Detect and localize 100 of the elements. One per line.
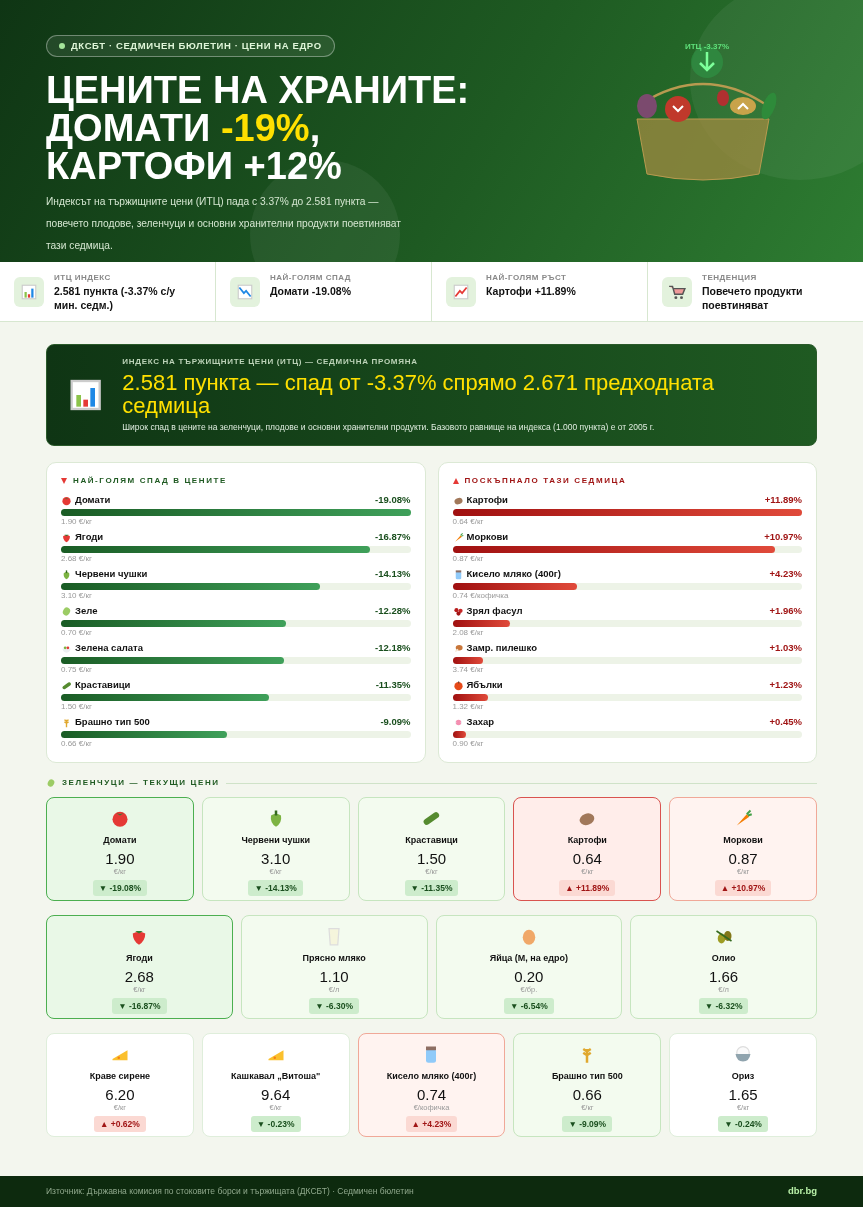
item-price: 0.66 €/кг — [61, 738, 93, 750]
banner-kicker: ИНДЕКС НА ТЪРЖИЩНИТЕ ЦЕНИ (ИТЦ) — СЕДМИЧНА ПРОМЯНА — [122, 356, 419, 369]
change-tag: ▲ +4.23% — [405, 1115, 458, 1133]
stat-value: 2.581 пункта (-3.37% с/у мин. седм.) — [54, 284, 177, 312]
panel-title: ПОСКЪПНАЛО ТАЗИ СЕДМИЦА — [464, 475, 627, 487]
product-name: Картофи — [567, 834, 607, 847]
product-name: Кашкавал „Витоша" — [231, 1070, 321, 1083]
change-value: +4.23% — [769, 566, 802, 581]
product-name: Ягоди — [126, 952, 153, 965]
item-name: Брашно тип 500 — [75, 714, 150, 729]
item-price: 3.10 €/кг — [61, 590, 93, 602]
pepper-icon — [61, 568, 72, 580]
change-value: -16.87% — [375, 529, 411, 544]
item-price: 0.90 €/кг — [452, 738, 485, 750]
product-name: Краве сирене — [89, 1070, 151, 1083]
bar-chart-icon — [20, 283, 38, 301]
change-tag: ▼ -0.24% — [718, 1115, 768, 1133]
stat-label: НАЙ-ГОЛЯМ СПАД — [270, 272, 351, 284]
banner-note: Широк спад в цените на зеленчуци, плодове и основни хранителни продукти. Базовото равнище на индекса (1.000 пункта) е от 2005 г. — [122, 421, 656, 434]
change-value: +1.23% — [769, 677, 802, 692]
product-price: 9.64 — [261, 1086, 291, 1103]
change-value: -12.18% — [375, 640, 411, 655]
change-tag: ▲ +11.89% — [559, 879, 616, 897]
section-title: ЗЕЛЕНЧУЦИ — ТЕКУЩИ ЦЕНИ — [62, 777, 220, 789]
change-value: -9.09% — [380, 714, 411, 729]
product-name: Моркови — [723, 834, 763, 847]
item-name: Кисело мляко (400г) — [466, 566, 561, 581]
change-value: -19.08% — [375, 492, 411, 507]
change-value: +11.89% — [764, 492, 802, 507]
change-tag: ▼ -0.23% — [250, 1115, 301, 1133]
product-price: 1.66 — [709, 968, 739, 985]
change-tag: ▼ -6.54% — [504, 997, 554, 1015]
product-name: Прясно мляко — [302, 952, 366, 965]
product-price: 2.68 — [124, 968, 154, 985]
change-value: +10.97% — [764, 529, 802, 544]
change-tag: ▼ -16.87% — [112, 997, 167, 1015]
change-value: +0.45% — [769, 714, 802, 729]
cart-icon — [668, 283, 686, 301]
trend-down-icon — [236, 283, 254, 301]
item-name: Зрял фасул — [466, 603, 523, 618]
item-price: 1.90 €/кг — [61, 516, 93, 528]
change-value: -11.35% — [375, 677, 411, 692]
cabbage-icon — [46, 778, 56, 788]
product-price: 0.87 — [728, 850, 758, 867]
change-tag: ▲ +10.97% — [714, 879, 772, 897]
stat-label: НАЙ-ГОЛЯМ РЪСТ — [486, 272, 568, 284]
item-price: 1.32 €/кг — [452, 701, 485, 713]
tag-pill: ДКСБТ · СЕДМИЧЕН БЮЛЕТИН · ЦЕНИ НА ЕДРО — [46, 34, 335, 58]
panel-title: НАЙ-ГОЛЯМ СПАД В ЦЕНИТЕ — [73, 475, 227, 487]
item-price: 0.70 €/кг — [61, 627, 93, 639]
product-name: Брашно тип 500 — [551, 1070, 623, 1083]
drumstick-icon — [452, 642, 464, 654]
stat-value: Домати -19.08% — [270, 284, 351, 298]
item-name: Зеле — [75, 603, 98, 618]
item-name: Домати — [75, 492, 111, 507]
item-name: Краставици — [75, 677, 131, 692]
item-name: Ябълки — [466, 677, 503, 692]
change-value: -12.28% — [375, 603, 411, 618]
change-value: +1.96% — [769, 603, 802, 618]
product-price: 1.50 — [416, 850, 447, 867]
item-price: 2.08 €/кг — [452, 627, 485, 639]
item-name: Захар — [466, 714, 495, 729]
tomato-icon — [61, 494, 72, 506]
page-title: ЦЕНИТЕ НА ХРАНИТЕ: ДОМАТИ -19%, КАРТОФИ +12% — [46, 71, 470, 186]
change-tag: ▼ -14.13% — [248, 879, 303, 897]
stat-label: ТЕНДЕНЦИЯ — [702, 272, 758, 284]
stat-value: Картофи +11.89% — [486, 284, 576, 298]
stat-label: ИТЦ ИНДЕКС — [54, 272, 112, 284]
trend-up-icon — [452, 283, 470, 301]
apple-icon — [452, 679, 464, 691]
item-name: Моркови — [466, 529, 509, 544]
product-name: Кисело мляко (400г) — [386, 1070, 477, 1083]
site-link[interactable]: dbr.bg — [787, 1184, 817, 1199]
product-name: Яйца (М, на едро) — [489, 952, 569, 965]
stat-value: Повечето продукти поевтиняват — [702, 284, 804, 312]
product-price: 3.10 — [261, 850, 291, 867]
item-name: Зелена салата — [75, 640, 144, 655]
product-price: 6.20 — [105, 1086, 135, 1103]
change-tag: ▼ -9.09% — [562, 1115, 613, 1133]
product-name: Ориз — [731, 1070, 755, 1083]
item-price: 0.87 €/кг — [452, 553, 485, 565]
source-note: Източник: Държавна комисия по стоковите борси и тържищата (ДКСБТ) · Седмичен бюлетин — [46, 1185, 414, 1198]
item-name: Картофи — [466, 492, 508, 507]
product-price: 1.65 — [728, 1086, 758, 1103]
product-name: Краставици — [405, 834, 458, 847]
index-badge-label: ИТЦ -3.37% — [684, 42, 730, 51]
product-price: 0.66 — [572, 1086, 602, 1103]
product-price: 0.64 — [572, 850, 602, 867]
item-price: 0.75 €/кг — [61, 664, 93, 676]
product-name: Олио — [711, 952, 736, 965]
product-name: Червени чушки — [241, 834, 310, 847]
product-price: 0.20 — [514, 968, 544, 985]
item-name: Замр. пилешко — [466, 640, 537, 655]
item-name: Ягоди — [75, 529, 104, 544]
change-value: +1.03% — [769, 640, 802, 655]
product-price: 0.74 — [416, 1086, 447, 1103]
product-price: 1.10 — [319, 968, 349, 985]
item-name: Червени чушки — [75, 566, 148, 581]
change-tag: ▼ -6.32% — [698, 997, 749, 1015]
change-tag: ▼ -11.35% — [404, 879, 459, 897]
